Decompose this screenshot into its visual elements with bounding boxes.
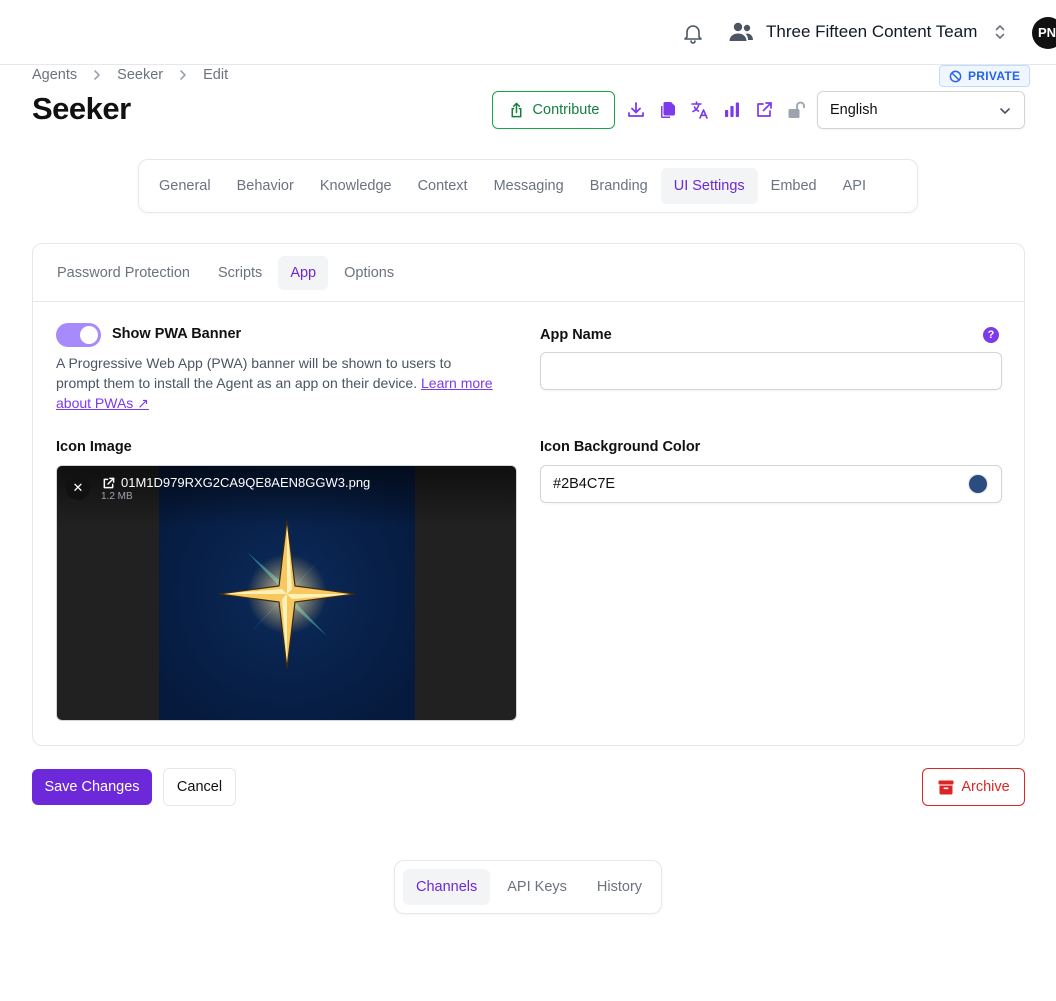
icon-bg-color-input[interactable] [540, 465, 1002, 503]
icon-file-name: 01M1D979RXG2CA9QE8AEN8GGW3.png [121, 475, 371, 490]
breadcrumb: Agents Seeker Edit [32, 66, 228, 84]
download-icon[interactable] [626, 100, 646, 120]
subtab-scripts[interactable]: Scripts [206, 256, 274, 290]
tab-api-keys[interactable]: API Keys [494, 869, 580, 905]
save-changes-button[interactable]: Save Changes [32, 769, 152, 805]
copy-icon[interactable] [658, 100, 678, 120]
app-name-label: App Name [540, 327, 612, 343]
remove-image-button[interactable]: ✕ [66, 476, 90, 500]
unlock-icon[interactable] [786, 100, 806, 120]
subtab-app[interactable]: App [278, 255, 329, 290]
color-swatch[interactable] [968, 474, 988, 494]
tab-api[interactable]: API [830, 168, 879, 204]
app-settings-card: Password Protection Scripts App Options … [32, 243, 1025, 746]
share-upload-icon [511, 102, 522, 117]
language-select[interactable]: English [817, 91, 1025, 129]
external-link-icon[interactable] [102, 477, 115, 490]
icon-bg-color-label: Icon Background Color [540, 439, 701, 455]
chevron-right-icon [94, 70, 100, 80]
avatar[interactable]: PN [1032, 17, 1056, 49]
main-tabs: General Behavior Knowledge Context Messa… [138, 159, 918, 213]
icon-file-size: 1.2 MB [101, 491, 133, 502]
tab-messaging[interactable]: Messaging [481, 168, 577, 204]
help-icon[interactable]: ? [983, 327, 999, 343]
cancel-button[interactable]: Cancel [163, 768, 236, 806]
team-switcher[interactable]: Three Fifteen Content Team [728, 18, 1007, 46]
icon-image-preview[interactable]: ✕ 01M1D979RXG2CA9QE8AEN8GGW3.png 1.2 MB [56, 465, 517, 721]
tab-behavior[interactable]: Behavior [224, 168, 307, 204]
pwa-banner-description: A Progressive Web App (PWA) banner will … [56, 353, 496, 413]
subtab-password-protection[interactable]: Password Protection [45, 256, 202, 290]
archive-icon [938, 780, 954, 795]
chevron-down-icon [1000, 108, 1010, 114]
tab-general[interactable]: General [146, 168, 224, 204]
sub-tabs: Password Protection Scripts App Options [33, 244, 1024, 302]
subtab-options[interactable]: Options [332, 256, 406, 290]
tab-context[interactable]: Context [405, 168, 481, 204]
private-badge: PRIVATE [939, 65, 1031, 87]
tab-ui-settings[interactable]: UI Settings [660, 168, 758, 204]
archive-button[interactable]: Archive [922, 768, 1025, 806]
tab-branding[interactable]: Branding [577, 168, 661, 204]
contribute-button[interactable]: Contribute [492, 91, 615, 129]
top-bar: Three Fifteen Content Team PN [0, 0, 1056, 65]
team-name: Three Fifteen Content Team [766, 22, 978, 41]
chevron-right-icon [180, 70, 186, 80]
breadcrumb-item-seeker[interactable]: Seeker [117, 67, 163, 83]
tab-channels[interactable]: Channels [403, 869, 491, 905]
icon-image-label: Icon Image [56, 439, 132, 455]
tab-history[interactable]: History [584, 869, 655, 905]
analytics-icon[interactable] [722, 100, 742, 120]
chevron-up-down-icon [996, 25, 1005, 39]
external-link-icon[interactable] [754, 100, 774, 120]
translate-icon[interactable] [690, 100, 710, 120]
app-name-input[interactable] [540, 352, 1002, 390]
pwa-banner-toggle[interactable] [56, 323, 101, 347]
toggle-knob [80, 326, 98, 344]
breadcrumb-item-edit: Edit [203, 67, 229, 83]
ban-icon [949, 70, 962, 82]
pwa-desc-text: A Progressive Web App (PWA) banner will … [56, 355, 452, 391]
contribute-label: Contribute [532, 102, 600, 118]
archive-label: Archive [961, 779, 1010, 795]
private-badge-label: PRIVATE [968, 69, 1021, 83]
bottom-tabs: Channels API Keys History [394, 860, 662, 914]
bell-icon[interactable] [681, 21, 705, 45]
users-icon [729, 22, 753, 41]
breadcrumb-item-agents[interactable]: Agents [32, 67, 77, 83]
language-value: English [830, 102, 878, 118]
tab-knowledge[interactable]: Knowledge [307, 168, 405, 204]
page-title: Seeker [32, 91, 131, 126]
tab-embed[interactable]: Embed [758, 168, 830, 204]
pwa-banner-label: Show PWA Banner [112, 326, 242, 342]
